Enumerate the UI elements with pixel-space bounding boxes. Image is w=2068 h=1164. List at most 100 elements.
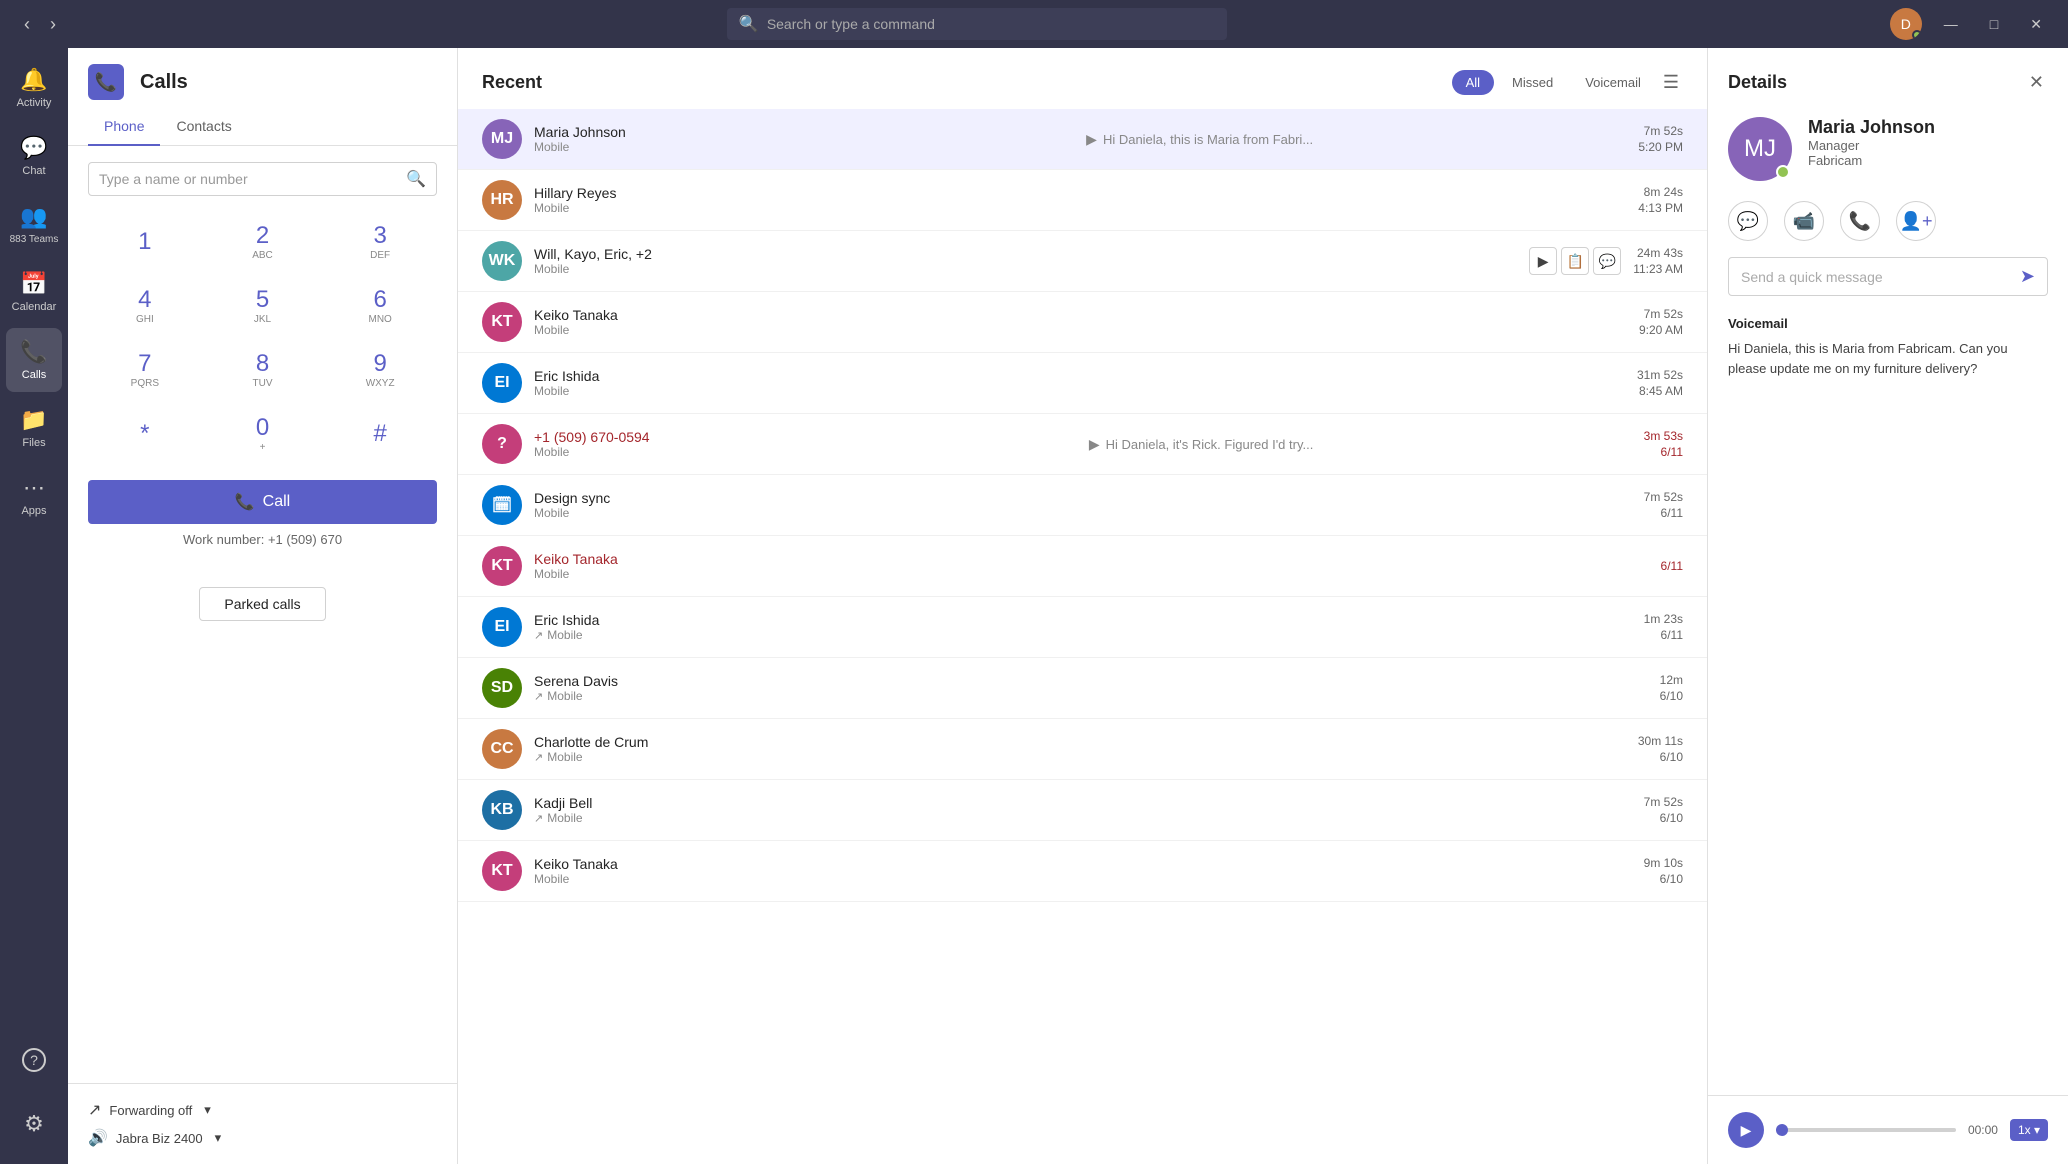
- key-num: 8: [256, 352, 269, 376]
- key-#[interactable]: #: [323, 404, 437, 464]
- call-list-item[interactable]: MJ Maria Johnson Mobile ▶ Hi Daniela, th…: [458, 109, 1707, 170]
- call-action-play[interactable]: ▶: [1529, 247, 1557, 275]
- key-8[interactable]: 8 TUV: [206, 340, 320, 400]
- sidebar-item-help[interactable]: ?: [6, 1028, 62, 1092]
- send-message-button[interactable]: ➤: [2020, 266, 2035, 287]
- add-person-action-button[interactable]: 👤+: [1896, 201, 1936, 241]
- sidebar-item-label-calendar: Calendar: [12, 301, 57, 313]
- call-type: Mobile: [534, 140, 1074, 154]
- dialer-search-input[interactable]: [99, 171, 398, 187]
- sidebar-item-chat[interactable]: 💬 Chat: [6, 124, 62, 188]
- call-action-notes[interactable]: 📋: [1561, 247, 1589, 275]
- call-list-item[interactable]: KT Keiko Tanaka Mobile 9m 10s 6/10: [458, 841, 1707, 902]
- details-header: Details ✕: [1708, 48, 2068, 97]
- audio-time: 00:00: [1968, 1123, 1998, 1137]
- call-name: Keiko Tanaka: [534, 551, 1649, 567]
- call-duration: 7m 52s: [1644, 795, 1683, 809]
- call-list-item[interactable]: EI Eric Ishida ↗ Mobile 1m 23s 6/11: [458, 597, 1707, 658]
- parked-calls-button[interactable]: Parked calls: [199, 587, 325, 621]
- video-action-button[interactable]: 📹: [1784, 201, 1824, 241]
- sidebar-item-calls[interactable]: 📞 Calls: [6, 328, 62, 392]
- key-alpha: TUV: [252, 378, 272, 389]
- call-list-item[interactable]: CC Charlotte de Crum ↗ Mobile 30m 11s 6/…: [458, 719, 1707, 780]
- call-list-item[interactable]: 🗓 Design sync Mobile 7m 52s 6/11: [458, 475, 1707, 536]
- voicemail-play-icon[interactable]: ▶: [1089, 436, 1100, 453]
- key-0[interactable]: 0+: [206, 404, 320, 464]
- call-meta: 8m 24s 4:13 PM: [1638, 185, 1683, 215]
- audio-progress[interactable]: [1776, 1128, 1956, 1132]
- tab-contacts[interactable]: Contacts: [160, 108, 247, 146]
- key-*[interactable]: *: [88, 404, 202, 464]
- search-bar[interactable]: 🔍: [727, 8, 1227, 40]
- sidebar-item-calendar[interactable]: 📅 Calendar: [6, 260, 62, 324]
- call-duration: 8m 24s: [1644, 185, 1683, 199]
- call-info: Maria Johnson Mobile: [534, 124, 1074, 154]
- search-icon: 🔍: [739, 14, 759, 34]
- key-5[interactable]: 5JKL: [206, 276, 320, 336]
- call-list-item[interactable]: ? +1 (509) 670-0594 Mobile ▶ Hi Daniela,…: [458, 414, 1707, 475]
- close-button[interactable]: ✕: [2020, 12, 2052, 37]
- key-7[interactable]: 7PQRS: [88, 340, 202, 400]
- audio-progress-track[interactable]: [1776, 1128, 1956, 1132]
- key-6[interactable]: 6MNO: [323, 276, 437, 336]
- quick-message-input[interactable]: [1741, 269, 2012, 285]
- speed-button[interactable]: 1x ▾: [2010, 1119, 2048, 1141]
- voicemail-section: Voicemail Hi Daniela, this is Maria from…: [1708, 316, 2068, 378]
- call-type: Mobile: [534, 323, 1627, 337]
- tab-phone[interactable]: Phone: [88, 108, 160, 146]
- minimize-button[interactable]: —: [1934, 12, 1968, 36]
- call-button[interactable]: 📞 Call: [88, 480, 437, 524]
- call-avatar: 🗓: [482, 485, 522, 525]
- call-action-chat[interactable]: 💬: [1593, 247, 1621, 275]
- key-4[interactable]: 4GHI: [88, 276, 202, 336]
- sidebar-item-files[interactable]: 📁 Files: [6, 396, 62, 460]
- dialer-search-box[interactable]: 🔍: [88, 162, 437, 196]
- key-1[interactable]: 1: [88, 212, 202, 272]
- key-3[interactable]: 3DEF: [323, 212, 437, 272]
- key-9[interactable]: 9WXYZ: [323, 340, 437, 400]
- call-action-button[interactable]: 📞: [1840, 201, 1880, 241]
- call-list-item[interactable]: KT Keiko Tanaka Mobile 7m 52s 9:20 AM: [458, 292, 1707, 353]
- play-button[interactable]: ▶: [1728, 1112, 1764, 1148]
- search-input[interactable]: [767, 16, 1215, 32]
- key-2[interactable]: 2ABC: [206, 212, 320, 272]
- filter-missed[interactable]: Missed: [1498, 70, 1567, 95]
- key-num: 1: [138, 230, 151, 254]
- sidebar-item-teams[interactable]: 👥 883 Teams: [6, 192, 62, 256]
- sidebar-item-activity[interactable]: 🔔 Activity: [6, 56, 62, 120]
- call-list-item[interactable]: WK Will, Kayo, Eric, +2 Mobile ▶ 📋 💬 24m…: [458, 231, 1707, 292]
- call-info: Keiko Tanaka Mobile: [534, 307, 1627, 337]
- filter-menu-icon[interactable]: ☰: [1659, 68, 1683, 97]
- key-alpha: GHI: [136, 314, 154, 325]
- key-alpha: WXYZ: [366, 378, 395, 389]
- call-type: Mobile: [534, 384, 1625, 398]
- call-list-item[interactable]: KB Kadji Bell ↗ Mobile 7m 52s 6/10: [458, 780, 1707, 841]
- call-meta: 3m 53s 6/11: [1644, 429, 1683, 459]
- contact-card: MJ Maria Johnson Manager Fabricam: [1708, 97, 2068, 201]
- call-list-item[interactable]: KT Keiko Tanaka Mobile 6/11: [458, 536, 1707, 597]
- filter-voicemail[interactable]: Voicemail: [1571, 70, 1655, 95]
- user-avatar[interactable]: D: [1890, 8, 1922, 40]
- sidebar-item-settings[interactable]: ⚙: [6, 1092, 62, 1156]
- quick-message-box[interactable]: ➤: [1728, 257, 2048, 296]
- call-name: Eric Ishida: [534, 612, 1632, 628]
- sidebar-item-label-chat: Chat: [22, 165, 45, 177]
- forward-button[interactable]: ›: [42, 10, 64, 39]
- call-list-item[interactable]: SD Serena Davis ↗ Mobile 12m 6/10: [458, 658, 1707, 719]
- maximize-button[interactable]: □: [1980, 12, 2008, 36]
- forwarding-chevron: ▾: [204, 1102, 211, 1118]
- forwarding-setting[interactable]: ↗ Forwarding off ▾: [88, 1100, 437, 1120]
- sidebar-item-apps[interactable]: ⋯ Apps: [6, 464, 62, 528]
- call-time: 6/11: [1661, 628, 1683, 642]
- voicemail-play-icon[interactable]: ▶: [1086, 131, 1097, 148]
- call-meta: 24m 43s 11:23 AM: [1633, 246, 1683, 276]
- call-name: Keiko Tanaka: [534, 856, 1632, 872]
- device-setting[interactable]: 🔊 Jabra Biz 2400 ▾: [88, 1128, 437, 1148]
- chat-action-button[interactable]: 💬: [1728, 201, 1768, 241]
- back-button[interactable]: ‹: [16, 10, 38, 39]
- filter-all[interactable]: All: [1452, 70, 1494, 95]
- call-list-item[interactable]: EI Eric Ishida Mobile 31m 52s 8:45 AM: [458, 353, 1707, 414]
- details-close-button[interactable]: ✕: [2025, 68, 2048, 97]
- call-list-item[interactable]: HR Hillary Reyes Mobile 8m 24s 4:13 PM: [458, 170, 1707, 231]
- activity-icon: 🔔: [20, 67, 47, 93]
